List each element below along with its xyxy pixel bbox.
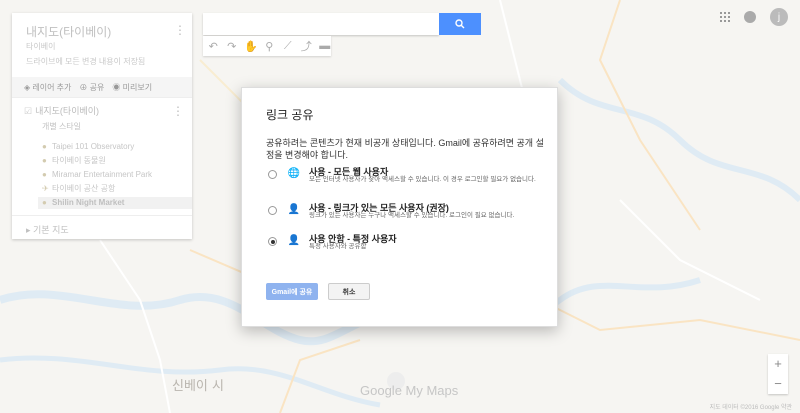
- divider: [12, 215, 192, 216]
- search-input[interactable]: [203, 13, 439, 35]
- zoom-out-button[interactable]: −: [774, 374, 782, 394]
- search-icon: [455, 19, 465, 29]
- account-bar: j: [720, 8, 788, 26]
- globe-icon: 🌐: [287, 167, 301, 179]
- google-my-maps-logo: Google My Maps: [360, 383, 459, 398]
- undo-icon[interactable]: ↶: [207, 40, 220, 53]
- radio-public[interactable]: [268, 170, 277, 179]
- draw-line-icon[interactable]: ⟋: [282, 40, 295, 53]
- preview-button[interactable]: ◉ 미리보기: [112, 82, 152, 93]
- link-user-icon: 👤: [287, 203, 301, 215]
- checkbox-icon[interactable]: ☑: [24, 106, 32, 116]
- layer-name[interactable]: ☑ 내지도(타이베이): [24, 104, 99, 117]
- airport-icon: ✈: [42, 184, 49, 193]
- panel-actions: ◈ 레이어 추가 ⊕ 공유 ◉ 미리보기: [12, 77, 192, 97]
- layer-more-icon[interactable]: ⋮: [172, 104, 184, 118]
- list-item[interactable]: ✈ 타이베이 공산 공항: [42, 183, 115, 195]
- marker-icon[interactable]: ⚲: [263, 40, 276, 53]
- map-footer: 지도 데이터 ©2016 Google 약관: [709, 405, 792, 411]
- zoom-in-button[interactable]: +: [774, 354, 782, 374]
- dialog-title: 링크 공유: [266, 108, 314, 122]
- pin-icon: ●: [42, 142, 47, 151]
- avatar[interactable]: j: [770, 8, 788, 26]
- map-toolbar: ↶ ↷ ✋ ⚲ ⟋ ⤴ ▬: [203, 36, 331, 56]
- dialog-message: 공유하려는 콘텐츠가 현재 비공개 상태입니다. Gmail에 공유하려면 공개…: [266, 138, 544, 160]
- option-link[interactable]: 👤 사용 - 링크가 있는 모든 사용자 (권장) 링크가 있는 사용자는 누구…: [268, 201, 548, 229]
- share-gmail-button[interactable]: Gmail에 공유: [266, 283, 318, 300]
- cancel-button[interactable]: 취소: [328, 283, 370, 300]
- list-item-selected[interactable]: ● Shilin Night Market: [38, 197, 192, 209]
- list-item[interactable]: ● 타이베이 동물원: [42, 155, 106, 167]
- save-status: 드라이브에 모든 변경 내용이 저장됨: [26, 57, 146, 66]
- map-title[interactable]: 내지도(타이베이): [26, 23, 111, 40]
- more-options-icon[interactable]: ⋮: [174, 23, 186, 37]
- share-button[interactable]: ⊕ 공유: [79, 82, 104, 93]
- person-icon: 👤: [287, 234, 301, 246]
- ruler-icon[interactable]: ▬: [319, 40, 332, 52]
- redo-icon[interactable]: ↷: [226, 40, 239, 53]
- radio-specific[interactable]: [268, 237, 277, 246]
- notifications-icon[interactable]: [744, 11, 756, 23]
- map-panel: 내지도(타이베이) ⋮ 타이베이 드라이브에 모든 변경 내용이 저장됨 ◈ 레…: [12, 13, 192, 239]
- option-public[interactable]: 🌐 사용 - 모든 웹 사용자 모든 인터넷 사용자가 찾아 액세스할 수 있습…: [268, 165, 548, 193]
- list-item[interactable]: ● Taipei 101 Observatory: [42, 141, 134, 153]
- basemap-toggle[interactable]: ▸ 기본 지도: [26, 223, 69, 236]
- circle-icon: ●: [42, 198, 47, 207]
- hand-icon[interactable]: ✋: [244, 40, 258, 53]
- map-subtitle: 타이베이: [26, 42, 56, 51]
- layer-style[interactable]: 개별 스타일: [42, 121, 81, 132]
- list-item[interactable]: ● Miramar Entertainment Park: [42, 169, 152, 181]
- divider: [12, 97, 192, 98]
- zoom-control: + −: [768, 354, 788, 394]
- search-button[interactable]: [439, 13, 481, 35]
- directions-icon[interactable]: ⤴: [300, 38, 313, 54]
- map-label-city: 신베이 시: [172, 379, 224, 394]
- apps-grid-icon[interactable]: [720, 12, 730, 22]
- add-layer-button[interactable]: ◈ 레이어 추가: [24, 82, 71, 93]
- radio-link[interactable]: [268, 206, 277, 215]
- circle-icon: ●: [42, 156, 47, 165]
- option-specific[interactable]: 👤 사용 안함 - 특정 사용자 특정 사용자와 공유함: [268, 232, 548, 260]
- share-link-dialog: 링크 공유 공유하려는 콘텐츠가 현재 비공개 상태입니다. Gmail에 공유…: [241, 87, 558, 327]
- pin-icon: ●: [42, 170, 47, 179]
